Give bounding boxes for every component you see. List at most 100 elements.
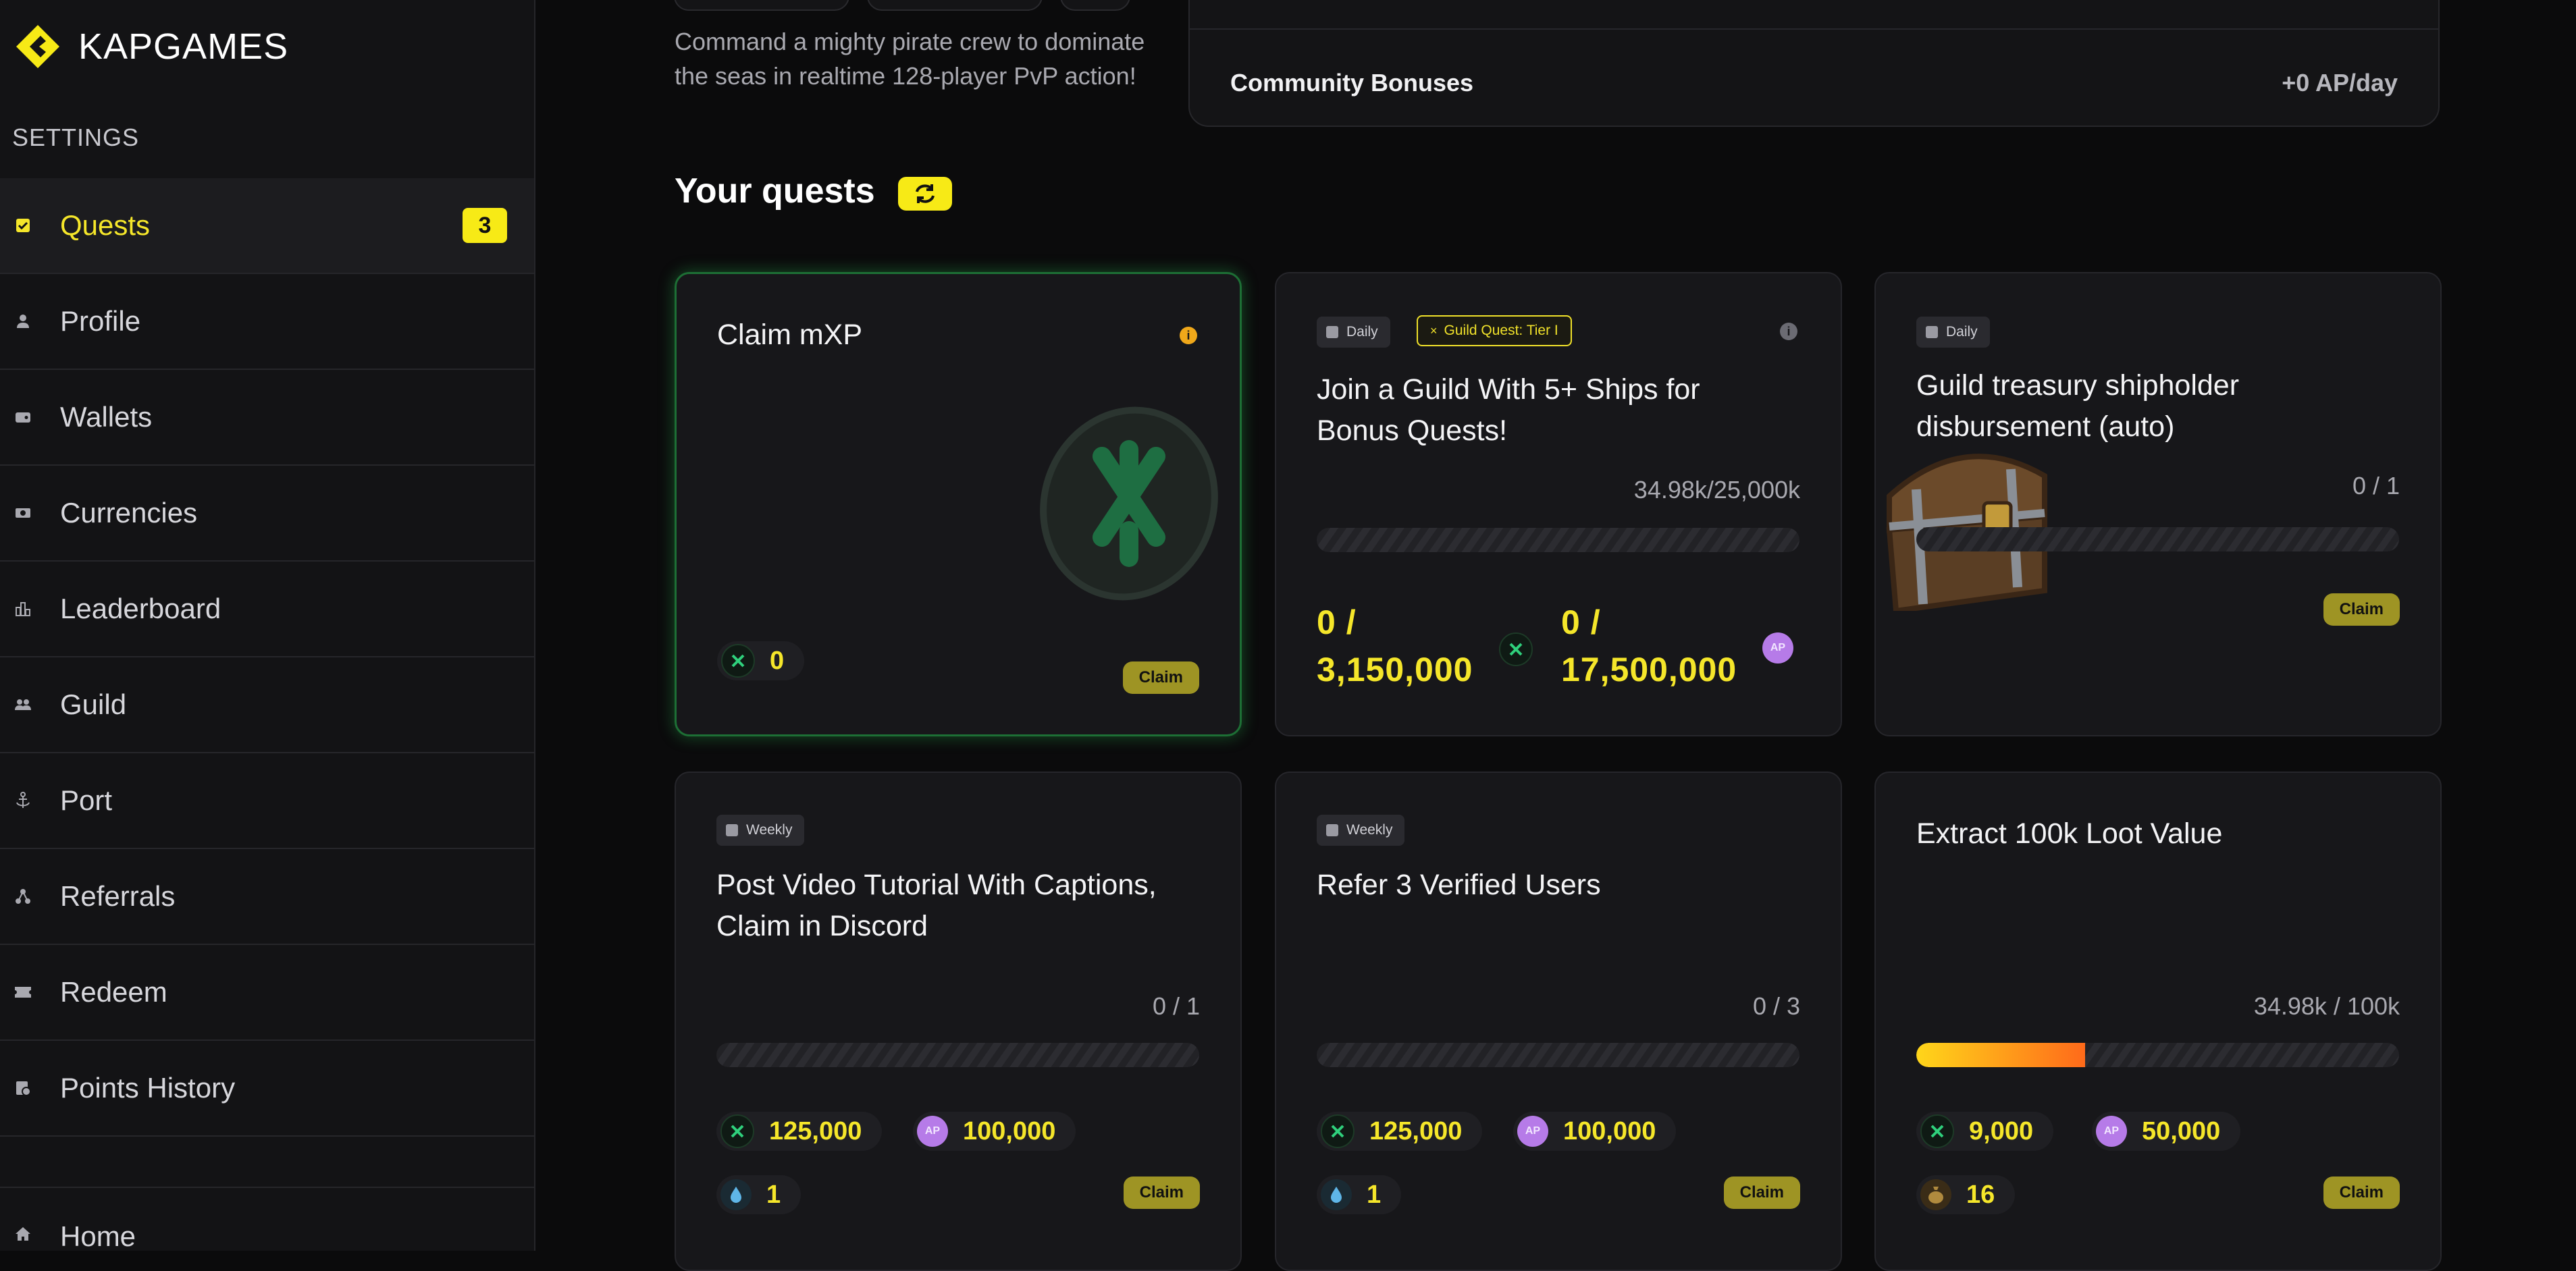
sidebar-item-port[interactable]: Port <box>0 753 534 849</box>
sidebar: KAPGAMES SETTINGS Quests 3 Profile Walle… <box>0 0 535 1252</box>
game-tag-pill[interactable] <box>674 0 849 11</box>
mxp-coin-icon <box>721 644 755 678</box>
sidebar-item-label: Points History <box>60 1072 236 1104</box>
refresh-quests-button[interactable] <box>898 177 952 211</box>
brand[interactable]: KAPGAMES <box>15 24 288 69</box>
claim-button[interactable]: Claim <box>1122 661 1199 694</box>
progress-bar <box>716 1043 1199 1067</box>
claim-button[interactable]: Claim <box>2323 1177 2400 1209</box>
progress-text: 34.98k/25,000k <box>1633 476 1800 504</box>
wallet-icon <box>14 408 32 427</box>
settings-section-title: SETTINGS <box>12 124 140 151</box>
quests-count-badge: 3 <box>463 208 507 243</box>
drop-reward: 1 <box>1317 1175 1402 1214</box>
quest-title: Refer 3 Verified Users <box>1317 869 1601 901</box>
info-icon[interactable]: i <box>1180 327 1197 344</box>
frequency-tag: Daily <box>1916 317 1990 348</box>
frequency-tag: Daily <box>1317 317 1390 348</box>
reward-amount: 0 <box>770 646 785 675</box>
game-tag-row <box>674 0 1130 11</box>
quest-card-treasury[interactable]: Daily Guild treasury shipholder disburse… <box>1874 272 2442 736</box>
quest-card-join-guild[interactable]: Daily × Guild Quest: Tier I i Join a Gui… <box>1275 272 1842 736</box>
leaderboard-icon <box>14 599 32 618</box>
bonus-card: Community Bonuses +0 AP/day <box>1188 0 2440 127</box>
mxp-reward: 125,000 <box>716 1112 883 1151</box>
quest-title: Extract 100k Loot Value <box>1916 817 2223 850</box>
tag-label: Weekly <box>1346 822 1393 838</box>
home-icon <box>14 1224 32 1243</box>
progress-bar <box>1916 1043 2399 1067</box>
mxp-amount: 0 / 3,150,000 <box>1317 599 1473 693</box>
history-icon <box>14 1079 32 1098</box>
frequency-tag: Weekly <box>1317 815 1405 846</box>
quest-card-post-video[interactable]: Weekly Post Video Tutorial With Captions… <box>675 772 1242 1271</box>
info-icon[interactable]: i <box>1780 323 1797 340</box>
anchor-icon <box>14 791 32 810</box>
sidebar-item-home[interactable]: Home <box>0 1187 534 1255</box>
sidebar-item-leaderboard[interactable]: Leaderboard <box>0 562 534 657</box>
water-drop-icon <box>1321 1179 1352 1210</box>
ticket-icon <box>14 983 32 1002</box>
sidebar-item-quests[interactable]: Quests 3 <box>0 178 534 274</box>
game-tag-pill[interactable] <box>1060 0 1130 11</box>
tag-label: Guild Quest: Tier I <box>1444 323 1558 338</box>
quest-title: Join a Guild With 5+ Ships for Bonus Que… <box>1317 373 1700 447</box>
kapgames-logo-icon <box>16 25 59 68</box>
quest-card-refer-users[interactable]: Weekly Refer 3 Verified Users 0 / 3 125,… <box>1275 772 1842 1271</box>
sidebar-item-wallets[interactable]: Wallets <box>0 370 534 466</box>
calendar-icon <box>1326 824 1338 836</box>
reward-amount: 50,000 <box>2142 1116 2221 1145</box>
mxp-reward: 0 <box>717 641 805 680</box>
mxp-coin-icon <box>1321 1114 1355 1148</box>
sidebar-item-label: Guild <box>60 688 127 720</box>
quest-title: Post Video Tutorial With Captions, Claim… <box>716 869 1157 942</box>
claim-button[interactable]: Claim <box>1723 1177 1800 1209</box>
page-title: Your quests <box>675 171 875 211</box>
ap-coin-icon: AP <box>1517 1116 1548 1147</box>
progress-text: 0 / 3 <box>1752 992 1800 1020</box>
reward-amount: 100,000 <box>963 1116 1056 1145</box>
mxp-coin-icon <box>720 1114 754 1148</box>
sidebar-item-label: Leaderboard <box>60 593 221 624</box>
mxp-reward: 125,000 <box>1317 1112 1483 1151</box>
sidebar-item-label: Currencies <box>60 497 198 529</box>
tag-label: Daily <box>1946 324 1978 340</box>
reward-amount: 16 <box>1966 1180 1995 1209</box>
amount-line: 17,500,000 <box>1561 651 1737 688</box>
sidebar-item-referrals[interactable]: Referrals <box>0 849 534 945</box>
sidebar-item-guild[interactable]: Guild <box>0 657 534 753</box>
quest-card-extract-loot[interactable]: Extract 100k Loot Value 34.98k / 100k 9,… <box>1874 772 2442 1271</box>
ap-amount: 0 / 17,500,000 <box>1561 599 1737 693</box>
close-icon: × <box>1430 323 1438 337</box>
sidebar-item-redeem[interactable]: Redeem <box>0 945 534 1041</box>
sidebar-item-profile[interactable]: Profile <box>0 274 534 370</box>
tag-label: Weekly <box>746 822 793 838</box>
game-description: Command a mighty pirate crew to dominate… <box>675 28 1145 90</box>
sidebar-item-label: Home <box>60 1220 136 1252</box>
sidebar-item-currencies[interactable]: Currencies <box>0 466 534 562</box>
quest-card-claim-mxp[interactable]: Claim mXP i 0 Claim <box>675 272 1242 736</box>
reward-amount: 125,000 <box>1369 1116 1463 1145</box>
person-icon <box>14 312 32 331</box>
ap-coin-icon: AP <box>2096 1116 2127 1147</box>
claim-button[interactable]: Claim <box>2323 593 2400 626</box>
mxp-coin-icon <box>1920 1114 1954 1148</box>
sidebar-item-label: Referrals <box>60 880 176 912</box>
water-drop-icon <box>720 1179 752 1210</box>
amount-line: 0 / <box>1561 603 1601 641</box>
progress-bar-fill <box>1916 1043 2086 1067</box>
brand-name: KAPGAMES <box>78 26 289 67</box>
progress-text: 0 / 1 <box>1152 992 1200 1020</box>
reward-amount: 9,000 <box>1969 1116 2034 1145</box>
claim-button[interactable]: Claim <box>1123 1177 1200 1209</box>
progress-text: 0 / 1 <box>2352 472 2400 499</box>
calendar-icon <box>1926 326 1938 338</box>
reward-amount: 125,000 <box>769 1116 862 1145</box>
sidebar-item-points-history[interactable]: Points History <box>0 1041 534 1137</box>
currency-icon <box>14 504 32 522</box>
refresh-icon <box>916 184 935 203</box>
loot-bag-reward: 16 <box>1916 1175 2016 1214</box>
ap-coin-icon: AP <box>1762 632 1793 664</box>
game-tag-pill[interactable] <box>867 0 1043 11</box>
quest-title: Claim mXP <box>717 319 863 351</box>
